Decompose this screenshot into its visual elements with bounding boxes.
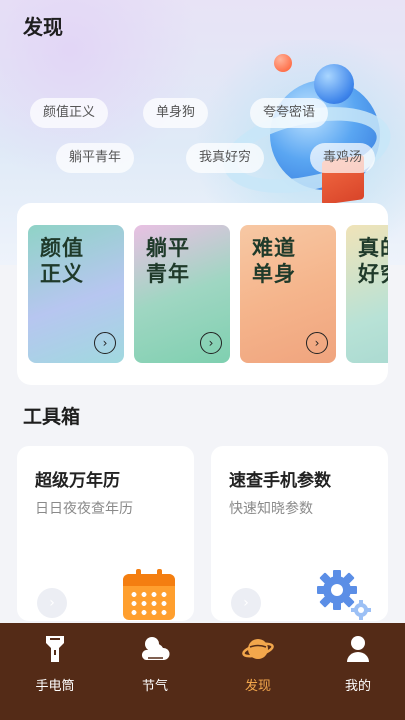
chevron-right-icon[interactable]: › xyxy=(200,332,222,354)
bottom-nav: 手电筒 节气 发现 我的 xyxy=(0,623,405,720)
tag-chip[interactable]: 颜值正义 xyxy=(30,98,109,128)
gears-icon xyxy=(317,570,371,620)
tool-card-phone-specs[interactable]: 速查手机参数 快速知晓参数 › xyxy=(211,446,388,621)
featured-card-title: 颜值正义 xyxy=(40,236,84,286)
page-title: 发现 xyxy=(23,15,63,39)
chevron-right-icon[interactable]: › xyxy=(306,332,328,354)
tag-chip[interactable]: 单身狗 xyxy=(143,98,209,128)
calendar-icon xyxy=(123,569,175,620)
tool-subtitle: 快速知晓参数 xyxy=(229,501,313,517)
chevron-right-icon[interactable]: › xyxy=(94,332,116,354)
weather-icon xyxy=(141,637,170,660)
tool-card-calendar[interactable]: 超级万年历 日日夜夜查年历 › xyxy=(17,446,194,621)
featured-card-title: 真的好穷 xyxy=(358,236,388,286)
toolbox-title: 工具箱 xyxy=(23,406,81,428)
featured-card[interactable]: 躺平青年 › xyxy=(134,225,230,363)
tag-chip[interactable]: 我真好穷 xyxy=(186,143,265,173)
planet-icon xyxy=(242,639,274,659)
chevron-right-icon[interactable]: › xyxy=(37,588,67,618)
tag-chip[interactable]: 毒鸡汤 xyxy=(310,143,376,173)
nav-item-profile[interactable]: 我的 xyxy=(318,633,398,694)
featured-card[interactable]: 难道单身 › xyxy=(240,225,336,363)
nav-item-discover[interactable]: 发现 xyxy=(218,633,298,694)
featured-card-title: 躺平青年 xyxy=(146,236,190,286)
featured-card-title: 难道单身 xyxy=(252,236,296,286)
flashlight-icon xyxy=(46,636,64,662)
tool-title: 速查手机参数 xyxy=(229,471,331,491)
nav-item-flashlight[interactable]: 手电筒 xyxy=(15,633,95,694)
nav-label: 我的 xyxy=(344,679,371,694)
tool-subtitle: 日日夜夜查年历 xyxy=(35,501,133,517)
featured-card[interactable]: 颜值正义 › xyxy=(28,225,124,363)
user-icon xyxy=(347,636,369,662)
featured-card[interactable]: 真的好穷 xyxy=(346,225,388,363)
tool-title: 超级万年历 xyxy=(35,471,120,491)
nav-label: 节气 xyxy=(141,679,168,694)
nav-label: 手电筒 xyxy=(35,679,75,694)
nav-item-solar-terms[interactable]: 节气 xyxy=(115,633,195,694)
nav-label: 发现 xyxy=(244,679,271,694)
featured-carousel[interactable]: 颜值正义 › 躺平青年 › 难道单身 › 真的好穷 xyxy=(17,203,388,385)
chevron-right-icon[interactable]: › xyxy=(231,588,261,618)
tag-chip[interactable]: 夸夸密语 xyxy=(250,98,329,128)
tag-chip[interactable]: 躺平青年 xyxy=(56,143,135,173)
